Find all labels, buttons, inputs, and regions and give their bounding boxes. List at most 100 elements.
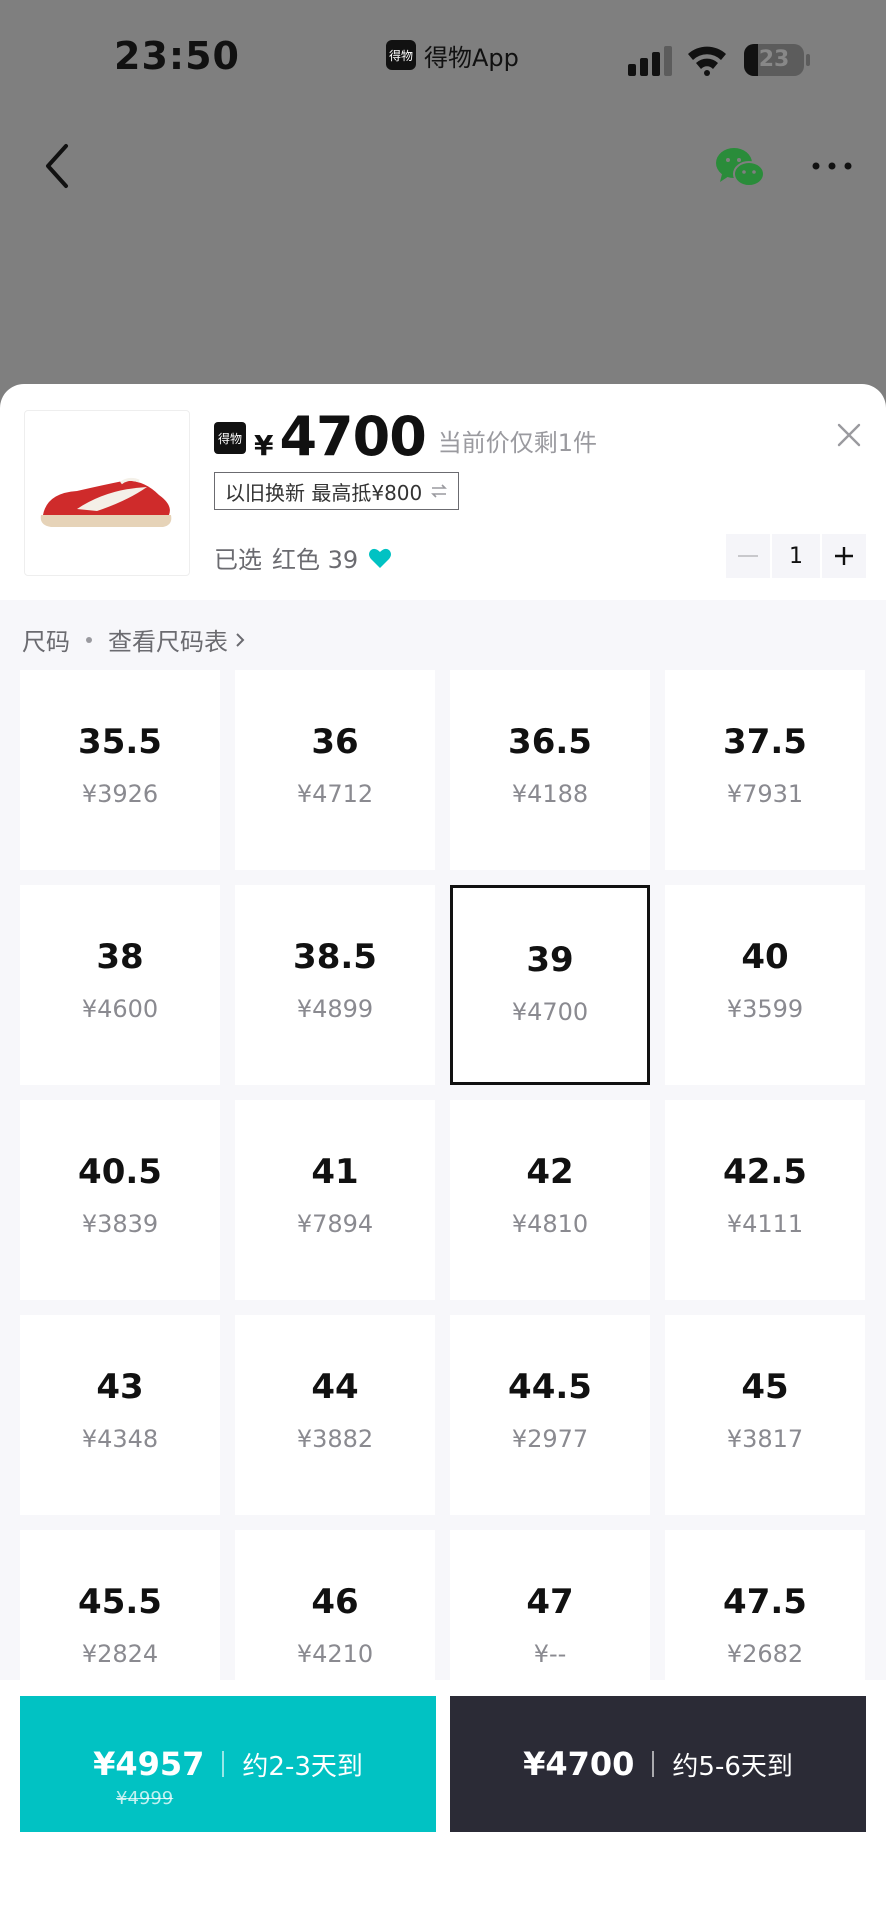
size-price: ¥4348 — [81, 1425, 159, 1453]
normal-price: ¥4700 — [523, 1745, 635, 1783]
size-price: ¥4712 — [296, 780, 374, 808]
size-header: 尺码 查看尺码表 — [22, 622, 246, 657]
fast-delivery-time: 约2-3天到 — [242, 1751, 363, 1782]
size-value: 42 — [526, 1152, 574, 1192]
quantity-stepper: 1 — [726, 534, 866, 578]
size-option-37.5[interactable]: 37.5 ¥7931 — [665, 670, 865, 870]
size-price: ¥4600 — [81, 995, 159, 1023]
size-value: 44 — [311, 1367, 359, 1407]
current-price: 4700 — [279, 405, 426, 468]
size-price: ¥2977 — [511, 1425, 589, 1453]
size-option-43[interactable]: 43 ¥4348 — [20, 1315, 220, 1515]
size-value: 37.5 — [723, 722, 807, 762]
size-option-39[interactable]: 39 ¥4700 — [450, 885, 650, 1085]
wechat-icon[interactable] — [714, 146, 766, 190]
close-icon[interactable] — [836, 422, 862, 448]
signal-icon — [628, 46, 672, 76]
bottom-action-bar: ¥4957 约2-3天到 ¥4999 ¥4700 约5-6天到 — [0, 1680, 886, 1920]
size-price: ¥7931 — [726, 780, 804, 808]
size-value: 41 — [311, 1152, 359, 1192]
increment-button[interactable] — [822, 534, 866, 578]
size-value: 39 — [526, 940, 574, 980]
back-chevron-icon[interactable] — [40, 140, 80, 192]
size-price: ¥7894 — [296, 1210, 374, 1238]
size-price: ¥4111 — [726, 1210, 804, 1238]
size-price: ¥3839 — [81, 1210, 159, 1238]
app-name: 得物App — [424, 43, 519, 72]
decrement-button[interactable] — [726, 534, 770, 578]
size-option-44.5[interactable]: 44.5 ¥2977 — [450, 1315, 650, 1515]
size-value: 38.5 — [293, 937, 377, 977]
battery-icon: 23 — [744, 44, 810, 76]
size-value: 44.5 — [508, 1367, 592, 1407]
size-option-42[interactable]: 42 ¥4810 — [450, 1100, 650, 1300]
size-option-40[interactable]: 40 ¥3599 — [665, 885, 865, 1085]
size-value: 40.5 — [78, 1152, 162, 1192]
app-indicator[interactable]: 得物 得物App — [386, 38, 519, 72]
size-value: 46 — [311, 1582, 359, 1622]
selected-label: 已选 — [214, 546, 262, 574]
size-price: ¥2824 — [81, 1640, 159, 1668]
size-option-40.5[interactable]: 40.5 ¥3839 — [20, 1100, 220, 1300]
selected-value: 红色 39 — [272, 546, 359, 574]
size-chart-label: 查看尺码表 — [108, 628, 228, 656]
size-value: 43 — [96, 1367, 144, 1407]
size-chart-link[interactable]: 查看尺码表 — [108, 622, 246, 657]
size-price: ¥3926 — [81, 780, 159, 808]
size-option-38[interactable]: 38 ¥4600 — [20, 885, 220, 1085]
size-section-title: 尺码 — [22, 628, 70, 656]
sneaker-image — [40, 477, 172, 527]
price-row: 得物 ¥ 4700 当前价仅剩1件 — [214, 406, 597, 468]
size-option-41[interactable]: 41 ¥7894 — [235, 1100, 435, 1300]
size-price: ¥3882 — [296, 1425, 374, 1453]
size-price: ¥4810 — [511, 1210, 589, 1238]
product-thumbnail — [24, 410, 190, 576]
wifi-icon — [688, 46, 726, 76]
size-value: 38 — [96, 937, 144, 977]
size-price: ¥3817 — [726, 1425, 804, 1453]
size-price: ¥3599 — [726, 995, 804, 1023]
size-value: 47.5 — [723, 1582, 807, 1622]
size-price: ¥2682 — [726, 1640, 804, 1668]
size-price: ¥-- — [533, 1640, 567, 1668]
size-value: 42.5 — [723, 1152, 807, 1192]
battery-level: 23 — [758, 47, 790, 72]
size-value: 45.5 — [78, 1582, 162, 1622]
more-icon[interactable] — [810, 154, 854, 178]
size-value: 36.5 — [508, 722, 592, 762]
size-option-35.5[interactable]: 35.5 ¥3926 — [20, 670, 220, 870]
button-divider — [652, 1751, 655, 1777]
size-value: 45 — [741, 1367, 789, 1407]
size-option-45[interactable]: 45 ¥3817 — [665, 1315, 865, 1515]
normal-delivery-time: 约5-6天到 — [672, 1751, 793, 1782]
size-price: ¥4899 — [296, 995, 374, 1023]
size-value: 35.5 — [78, 722, 162, 762]
separator-dot — [86, 636, 92, 643]
size-value: 40 — [741, 937, 789, 977]
size-option-36[interactable]: 36 ¥4712 — [235, 670, 435, 870]
button-divider — [222, 1751, 225, 1777]
heart-icon[interactable] — [368, 547, 392, 569]
chevron-right-icon — [236, 632, 245, 647]
swap-icon — [431, 484, 448, 498]
size-value: 47 — [526, 1582, 574, 1622]
dewu-badge-icon: 得物 — [214, 422, 246, 454]
trade-in-label: 以旧换新 最高抵¥800 — [225, 480, 423, 505]
fast-delivery-button[interactable]: ¥4957 约2-3天到 ¥4999 — [20, 1696, 436, 1832]
size-price: ¥4188 — [511, 780, 589, 808]
normal-delivery-button[interactable]: ¥4700 约5-6天到 — [450, 1696, 866, 1832]
size-option-36.5[interactable]: 36.5 ¥4188 — [450, 670, 650, 870]
app-logo-icon: 得物 — [386, 40, 416, 70]
size-value: 36 — [311, 722, 359, 762]
currency-symbol: ¥ — [254, 429, 274, 462]
size-option-38.5[interactable]: 38.5 ¥4899 — [235, 885, 435, 1085]
size-option-42.5[interactable]: 42.5 ¥4111 — [665, 1100, 865, 1300]
size-option-44[interactable]: 44 ¥3882 — [235, 1315, 435, 1515]
status-bar: 23:50 得物 得物App 23 — [0, 0, 886, 120]
quantity-value: 1 — [772, 534, 820, 578]
fast-price: ¥4957 — [93, 1745, 205, 1783]
plus-icon — [835, 547, 853, 565]
trade-in-tag[interactable]: 以旧换新 最高抵¥800 — [214, 472, 460, 510]
size-price: ¥4700 — [511, 998, 589, 1026]
size-price: ¥4210 — [296, 1640, 374, 1668]
